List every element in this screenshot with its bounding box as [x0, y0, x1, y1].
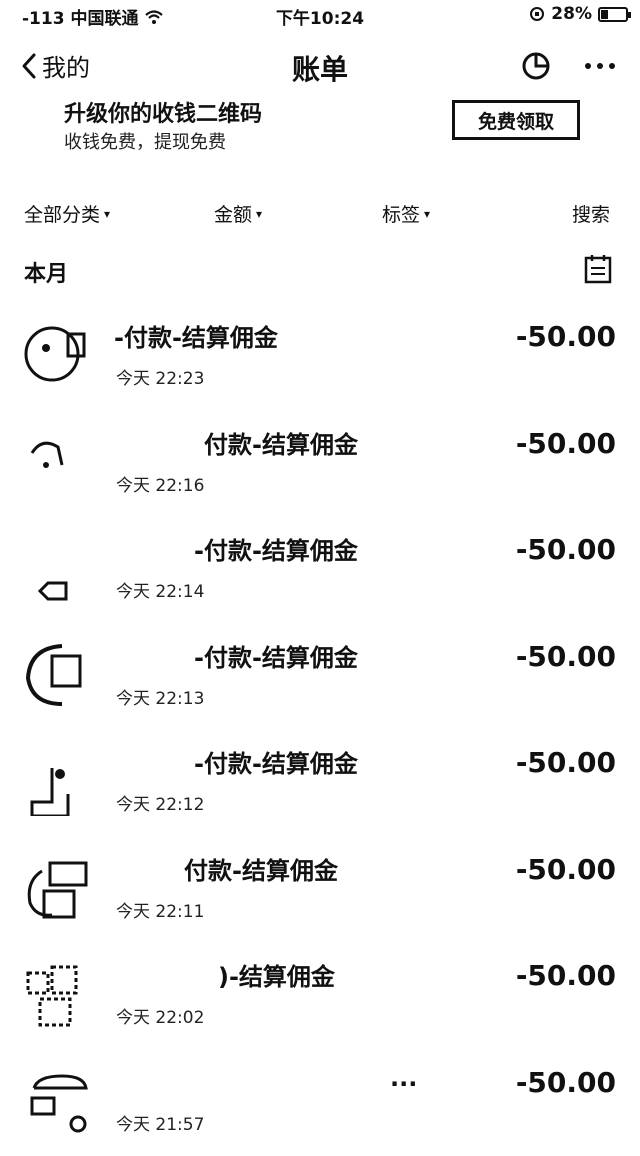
- avatar: [22, 318, 94, 390]
- month-label: 本月: [24, 256, 68, 288]
- transaction-time: 今天 21:57: [116, 1110, 204, 1135]
- transaction-time: 今天 22:02: [116, 1003, 204, 1028]
- transaction-row[interactable]: -付款-结算佣金 今天 22:23 -50.00: [0, 304, 640, 411]
- transaction-title: -付款-结算佣金: [114, 318, 278, 353]
- more-icon[interactable]: [580, 50, 620, 82]
- transaction-time: 今天 22:13: [116, 684, 204, 709]
- nav-bar: 我的 账单: [0, 40, 640, 92]
- transaction-amount: -50.00: [516, 1066, 616, 1099]
- battery-percent: 28%: [551, 4, 592, 24]
- back-label: 我的: [42, 48, 90, 83]
- battery-icon: [598, 7, 628, 22]
- transaction-row[interactable]: 付款-结算佣金 今天 22:16 -50.00: [0, 411, 640, 518]
- battery-area: 28%: [529, 4, 628, 24]
- caret-down-icon: ▾: [256, 207, 262, 221]
- transaction-row[interactable]: ... 今天 21:57 -50.00: [0, 1050, 640, 1156]
- filter-bar: 全部分类 ▾ 金额 ▾ 标签 ▾ 搜索: [0, 196, 640, 232]
- filter-amount[interactable]: 金额 ▾: [214, 200, 262, 227]
- transaction-row[interactable]: )-结算佣金 今天 22:02 -50.00: [0, 943, 640, 1050]
- transaction-amount: -50.00: [516, 746, 616, 779]
- transaction-title: 付款-结算佣金: [184, 851, 338, 886]
- transaction-amount: -50.00: [516, 427, 616, 460]
- promo-subline: 收钱免费，提现免费: [64, 128, 226, 154]
- transaction-amount: -50.00: [516, 853, 616, 886]
- transaction-row[interactable]: -付款-结算佣金 今天 22:14 -50.00: [0, 517, 640, 624]
- chevron-left-icon: [20, 51, 38, 81]
- promo-headline: 升级你的收钱二维码: [64, 96, 262, 128]
- avatar: [22, 425, 94, 497]
- avatar: [22, 638, 94, 710]
- transaction-amount: -50.00: [516, 320, 616, 353]
- filter-label: 金额: [214, 200, 252, 227]
- filter-label: 搜索: [572, 200, 610, 227]
- transaction-time: 今天 22:11: [116, 897, 204, 922]
- filter-label: 标签: [382, 200, 420, 227]
- transaction-amount: -50.00: [516, 533, 616, 566]
- back-button[interactable]: 我的: [20, 48, 90, 83]
- battery-fill: [601, 10, 608, 19]
- transaction-title: -付款-结算佣金: [194, 638, 358, 673]
- transaction-row[interactable]: -付款-结算佣金 今天 22:12 -50.00: [0, 730, 640, 837]
- transaction-title: ...: [390, 1064, 417, 1092]
- filter-search[interactable]: 搜索: [572, 200, 610, 227]
- transaction-amount: -50.00: [516, 959, 616, 992]
- filter-tag[interactable]: 标签 ▾: [382, 200, 430, 227]
- transaction-title: -付款-结算佣金: [194, 744, 358, 779]
- caret-down-icon: ▾: [424, 207, 430, 221]
- avatar: [22, 1064, 94, 1136]
- transaction-time: 今天 22:16: [116, 471, 204, 496]
- promo-banner: 升级你的收钱二维码 收钱免费，提现免费 免费领取: [0, 92, 640, 164]
- transaction-title: )-结算佣金: [218, 957, 335, 992]
- transaction-row[interactable]: -付款-结算佣金 今天 22:13 -50.00: [0, 624, 640, 731]
- transaction-list: -付款-结算佣金 今天 22:23 -50.00 付款-结算佣金 今天 22:1…: [0, 304, 640, 1156]
- caret-down-icon: ▾: [104, 207, 110, 221]
- status-bar: -113 中国联通 下午10:24 28%: [0, 0, 640, 34]
- pie-chart-icon[interactable]: [520, 50, 552, 82]
- transaction-title: -付款-结算佣金: [194, 531, 358, 566]
- filter-label: 全部分类: [24, 200, 100, 227]
- transaction-title: 付款-结算佣金: [204, 425, 358, 460]
- transaction-time: 今天 22:23: [116, 364, 204, 389]
- calendar-icon[interactable]: [584, 254, 612, 284]
- filter-category[interactable]: 全部分类 ▾: [24, 200, 110, 227]
- avatar: [22, 744, 94, 816]
- transaction-time: 今天 22:14: [116, 577, 204, 602]
- transaction-amount: -50.00: [516, 640, 616, 673]
- free-claim-button[interactable]: 免费领取: [452, 100, 580, 140]
- rotation-lock-icon: [529, 6, 545, 22]
- avatar: [22, 531, 94, 603]
- avatar: [22, 851, 94, 923]
- avatar: [22, 957, 94, 1029]
- transaction-row[interactable]: 付款-结算佣金 今天 22:11 -50.00: [0, 837, 640, 944]
- transaction-time: 今天 22:12: [116, 790, 204, 815]
